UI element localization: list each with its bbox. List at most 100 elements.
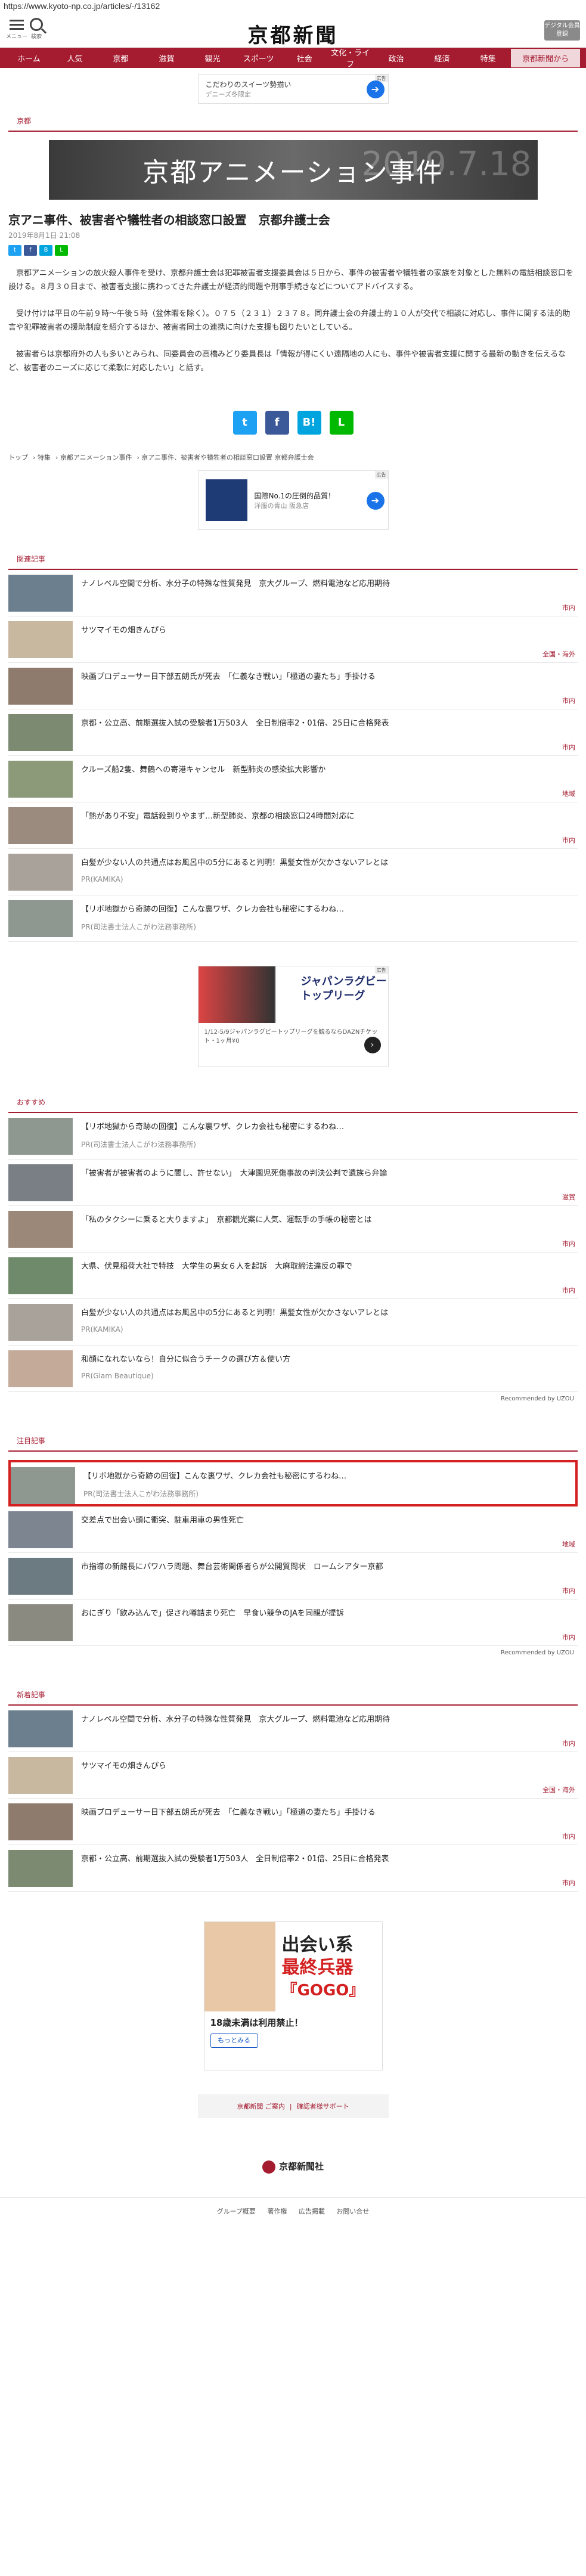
list-item[interactable]: 【リボ地獄から奇跡の回復】こんな裏ワザ、クレカ会社も秘密にするわね… PR(司法書… [8,1460,578,1506]
list-item[interactable]: 京都・公立高、前期選抜入試の受験者1万503人 全日制倍率2・01倍、25日に合… [8,709,578,756]
section-label-kyoto: 京都 [8,110,578,132]
footer-nav-item[interactable]: 著作権 [267,2208,287,2215]
list-item[interactable]: 和顔になれないなら！自分に似合うチークの選び方＆使い方 PR(Glam Beaut… [8,1346,578,1392]
facebook-share-icon[interactable]: f [265,411,289,435]
list-item[interactable]: 映画プロデューサー日下部五朗氏が死去 「仁義なき戦い」「極道の妻たち」手掛ける市… [8,663,578,709]
nav-special[interactable]: 特集 [465,52,511,64]
twitter-share-icon[interactable]: t [8,245,21,256]
item-category: 市内 [562,1240,575,1248]
share-small: t f B L [0,240,586,261]
nav-culture[interactable]: 文化・ライフ [327,47,373,69]
list-item[interactable]: 京都・公立高、前期選抜入試の受験者1万503人 全日制倍率2・01倍、25日に合… [8,1845,578,1892]
thumbnail [8,854,73,891]
hatena-share-icon[interactable]: B! [297,411,321,435]
list-item[interactable]: 「熱があり不安」電話殺到りやまず…新型肺炎、京都の相談窓口24時間対応に 市内 [8,802,578,849]
ad-headline-2: 最終兵器 [281,1957,354,1978]
footer-link-guide[interactable]: 京都新聞 ご案内 [237,2101,285,2111]
ad-next-icon[interactable]: › [364,1037,381,1053]
ad-more-button[interactable]: もっとみる [210,2033,258,2048]
list-item[interactable]: クルーズ船2隻、舞鶴への寄港キャンセル 新型肺炎の感染拡大影響か地域 [8,756,578,802]
article-paragraph: 受け付けは平日の午前９時～午後５時（盆休暇を除く）。０７５（２３１）２３７８。同… [8,309,571,332]
nav-home[interactable]: ホーム [6,52,52,64]
thumbnail [8,1511,73,1548]
list-item[interactable]: サツマイモの畑きんぴら 全国・海外 [8,1752,578,1799]
list-item[interactable]: 【リボ地獄から奇跡の回復】こんな裏ワザ、クレカ会社も秘密にするわね… PR(司法書… [8,895,578,942]
nav-kyoto[interactable]: 京都 [98,52,144,64]
list-item[interactable]: 市指導の新館長にパワハラ問題、舞台芸術関係者らが公開質問状 ロームシアター京都市… [8,1553,578,1599]
bottom-ad[interactable]: 出会い系 最終兵器 『GOGO』 18歳未満は利用禁止！ もっとみる [203,1921,383,2070]
item-category: 市内 [562,1633,575,1641]
list-item[interactable]: 「被害者が被害者のように聞し、許せない」 大津園児死傷事故の判決公判で遺族ら弁論… [8,1160,578,1206]
thumbnail [8,1211,73,1248]
nav-sports[interactable]: スポーツ [235,52,281,64]
list-item[interactable]: 「私のタクシーに乗ると大りますよ」 京都観光案に人気、運転手の手帳の秘密とは市内 [8,1206,578,1253]
top-ad[interactable]: こだわりのスイーツ勢揃い デニーズ冬限定 広告 ➔ [197,74,389,104]
article-paragraph: 京都アニメーションの放火殺人事件を受け、京都弁護士会は犯罪被害者支援委員会は５日… [8,269,573,292]
line-share-icon[interactable]: L [329,411,354,435]
rugby-ad[interactable]: ジャパンラグビー トップリーグ 1/12-5/9ジャパンラグビートップリーグを観… [197,966,389,1067]
item-title: ナノレベル空間で分析、水分子の特殊な性質発見 京大グループ、燃料電池など応用期待 [81,579,390,588]
thumbnail [8,1558,73,1595]
recommended-by: Recommended by UZOU [501,1396,574,1402]
item-title: サツマイモの畑きんぴら [81,1762,167,1771]
digital-member-button[interactable]: デジタル会員登録 [544,20,580,41]
item-title: クルーズ船2隻、舞鶴への寄港キャンセル 新型肺炎の感染拡大影響か [81,765,326,774]
article-body: 京都アニメーションの放火殺人事件を受け、京都弁護士会は犯罪被害者支援委員会は５日… [0,261,586,394]
thumbnail [8,575,73,612]
breadcrumb-item[interactable]: 特集 [38,454,51,461]
list-item[interactable]: おにぎり「飲み込んで」促され噂詰まり死亡 早食い競争のJAを同親が提訴 市内 [8,1599,578,1646]
nav-popular[interactable]: 人気 [52,52,98,64]
ad-line1: こだわりのスイーツ勢揃い [205,80,292,89]
item-category: 市内 [562,836,575,844]
item-category: 地域 [562,790,575,798]
thumbnail [8,1164,73,1201]
new-list: ナノレベル空間で分析、水分子の特殊な性質発見 京大グループ、燃料電池など応用期待… [0,1706,586,1892]
banner-watermark: 2019.7.18 [361,145,532,184]
nav-tourism[interactable]: 観光 [190,52,235,64]
item-title: 大県、伏見稲荷大社で特技 大学生の男女６人を起訴 大麻取締法違反の罪で [81,1262,353,1271]
ad-image: ジャパンラグビー トップリーグ [198,966,388,1023]
list-item[interactable]: 大県、伏見稲荷大社で特技 大学生の男女６人を起訴 大麻取締法違反の罪で 市内 [8,1253,578,1299]
twitter-share-icon[interactable]: t [232,411,257,435]
hatena-share-icon[interactable]: B [39,245,52,256]
list-item[interactable]: 【リボ地獄から奇跡の回復】こんな裏ワザ、クレカ会社も秘密にするわね… PR(司法書… [8,1113,578,1160]
list-item[interactable]: 映画プロデューサー日下部五朗氏が死去 「仁義なき戦い」「極道の妻たち」手掛ける市… [8,1799,578,1845]
mid-ad[interactable]: 国際No.1の圧倒的品質！ 洋服の青山 阪急店 広告 ➔ [197,470,389,530]
facebook-share-icon[interactable]: f [24,245,37,256]
list-item[interactable]: ナノレベル空間で分析、水分子の特殊な性質発見 京大グループ、燃料電池など応用期待… [8,1706,578,1752]
nav-society[interactable]: 社会 [281,52,327,64]
list-item[interactable]: 交差点で出会い頭に衝突、駐車用車の男性死亡 地域 [8,1506,578,1553]
item-title: 「私のタクシーに乗ると大りますよ」 京都観光案に人気、運転手の手帳の秘密とは [81,1216,372,1225]
nav-shiga[interactable]: 滋賀 [144,52,190,64]
list-item[interactable]: 白髪が少ない人の共通点はお風呂中の5分にあると判明！黒髪女性が欠かさないアレとは… [8,849,578,895]
breadcrumb-item[interactable]: 京都アニメーション事件 [60,454,132,461]
url-bar[interactable]: https://www.kyoto-np.co.jp/articles/-/13… [0,0,586,13]
ad-arrow-icon[interactable]: ➔ [366,80,385,98]
ad-image [205,479,247,521]
ad-arrow-icon[interactable]: ➔ [366,492,385,510]
site-logo[interactable]: 京都新聞 [0,19,586,48]
footer-nav-item[interactable]: お問い合せ [336,2208,369,2215]
recommended-by: Recommended by UZOU [501,1650,574,1656]
nav-economy[interactable]: 経済 [419,52,465,64]
ad-line1: 国際No.1の圧倒的品質！ [254,491,336,500]
footer-nav-item[interactable]: グループ概要 [217,2208,256,2215]
thumbnail [8,1304,73,1341]
list-item[interactable]: ナノレベル空間で分析、水分子の特殊な性質発見 京大グループ、燃料電池など応用期待… [8,570,578,616]
list-item[interactable]: サツマイモの畑きんぴら 全国・海外 [8,616,578,663]
ad-line2: デニーズ冬限定 [205,90,251,98]
nav-politics[interactable]: 政治 [373,52,419,64]
item-pr: PR(司法書士法人こがわ法務事務所) [83,1490,199,1498]
footer-links: 京都新聞 ご案内 | 確認者様サポート [197,2094,389,2118]
breadcrumb-item[interactable]: トップ [8,454,28,461]
list-item[interactable]: 白髪が少ない人の共通点はお風呂中の5分にあると判明！黒髪女性が欠かさないアレとは… [8,1299,578,1346]
footer-logo[interactable]: 京都新聞社 [0,2160,586,2174]
footer-nav-item[interactable]: 広告掲載 [299,2208,325,2215]
footer-link-support[interactable]: 確認者様サポート [297,2101,349,2111]
ad-title: ジャパンラグビー トップリーグ [300,975,387,1002]
thumbnail [8,1850,73,1887]
nav-from-kyoto[interactable]: 京都新聞から [511,48,580,67]
special-banner[interactable]: 京都アニメーション事件 2019.7.18 [48,140,538,200]
line-share-icon[interactable]: L [55,245,68,256]
item-title: 【リボ地獄から奇跡の回復】こんな裏ワザ、クレカ会社も秘密にするわね… [81,905,345,914]
